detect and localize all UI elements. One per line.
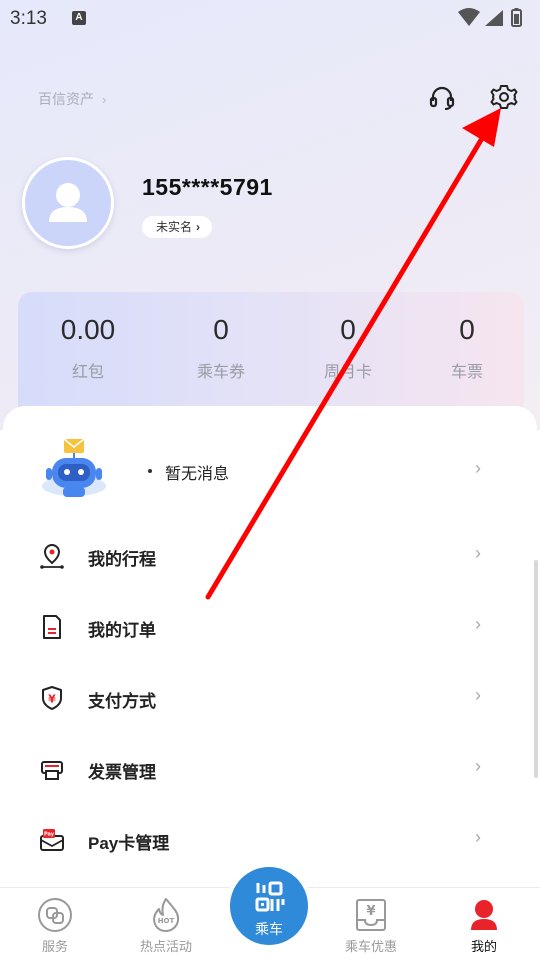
stat-label: 乘车券: [196, 364, 245, 381]
location-pin-icon: [40, 543, 64, 569]
wallet-stats-panel: 0.00 红包 0 乘车券 0 周月卡 0 车票: [18, 292, 524, 422]
menu-label: 发票管理: [88, 763, 156, 782]
nav-tab-mine[interactable]: 我的: [439, 896, 529, 955]
nav-tab-service[interactable]: 服务: [10, 896, 100, 955]
headset-icon: [429, 86, 455, 110]
user-silhouette-icon: [49, 183, 87, 222]
message-row[interactable]: 暂无消息 ›: [3, 436, 537, 506]
customer-service-button[interactable]: [426, 82, 458, 114]
chevron-right-icon: ›: [196, 220, 201, 234]
wifi-icon: [458, 8, 480, 26]
stat-value: 0: [459, 314, 475, 345]
ride-label: 乘车: [255, 921, 283, 937]
chevron-right-icon: ›: [475, 543, 481, 563]
yuan-shield-icon: ¥: [42, 686, 62, 710]
bullet-dot: [148, 469, 152, 473]
verify-identity-chip[interactable]: 未实名 ›: [142, 216, 213, 238]
stat-label: 车票: [450, 364, 483, 381]
menu-label: 我的行程: [88, 550, 156, 569]
svg-text:HOT: HOT: [158, 917, 175, 925]
discount-ticket-icon: ¥: [356, 899, 386, 931]
status-bar: 3:13 A: [0, 0, 540, 36]
user-profile-icon: [471, 900, 497, 930]
stat-label: 周月卡: [323, 364, 372, 381]
notification-icon: A: [72, 11, 86, 25]
ride-qr-button-face: 乘车: [230, 867, 308, 945]
stat-value: 0: [340, 314, 356, 345]
stat-ride-coupon[interactable]: 0 乘车券: [156, 314, 286, 382]
svg-text:Pay: Pay: [44, 832, 55, 838]
menu-item-payment-methods[interactable]: ¥ 支付方式 ›: [3, 669, 537, 729]
chevron-right-icon: ›: [475, 458, 481, 478]
stat-weekly-monthly-card[interactable]: 0 周月卡: [283, 314, 413, 382]
menu-item-trips[interactable]: 我的行程 ›: [3, 527, 537, 587]
chevron-right-icon: ›: [475, 756, 481, 776]
message-status-text: 暂无消息: [165, 466, 230, 483]
nav-label: 乘车优惠: [344, 939, 397, 954]
stat-value: 0: [213, 314, 229, 345]
ride-qr-button[interactable]: 乘车: [226, 863, 312, 949]
menu-item-pay-card[interactable]: Pay Pay卡管理 ›: [3, 811, 537, 871]
gear-icon: [490, 85, 518, 109]
brand-assets-link[interactable]: 百信资产 ›: [38, 89, 106, 109]
svg-text:¥: ¥: [48, 693, 56, 706]
cellular-signal-icon: [485, 10, 503, 26]
menu-label: 我的订单: [88, 621, 156, 640]
service-icon: [38, 898, 72, 932]
hot-flame-icon: HOT: [153, 898, 180, 932]
menu-item-orders[interactable]: 我的订单 ›: [3, 598, 537, 658]
menu-item-invoices[interactable]: 发票管理 ›: [3, 740, 537, 800]
menu-label: 支付方式: [88, 692, 156, 711]
nav-tab-hot-events[interactable]: HOT 热点活动: [121, 896, 211, 955]
chevron-right-icon: ›: [475, 685, 481, 705]
status-time: 3:13: [10, 8, 47, 29]
stat-value: 0.00: [60, 314, 116, 345]
order-doc-icon: [43, 615, 61, 639]
menu-label: Pay卡管理: [88, 834, 170, 853]
chevron-right-icon: ›: [475, 614, 481, 634]
chevron-right-icon: ›: [475, 827, 481, 847]
user-phone-number: 155****5791: [142, 174, 273, 200]
chevron-right-icon: ›: [102, 92, 107, 107]
stat-label: 红包: [71, 364, 104, 381]
menu-card: 暂无消息 › 我的行程 › 我的订单 › ¥ 支付方式 › 发票管理 › Pay…: [3, 406, 537, 896]
stat-red-packet[interactable]: 0.00 红包: [23, 314, 153, 382]
scrollbar[interactable]: [534, 560, 538, 778]
verify-identity-label: 未实名: [156, 220, 193, 234]
invoice-printer-icon: [41, 761, 63, 780]
pay-card-icon: Pay: [40, 829, 64, 851]
settings-button[interactable]: [488, 81, 520, 113]
nav-tab-ride-discounts[interactable]: ¥ 乘车优惠: [326, 896, 416, 955]
nav-label: 热点活动: [139, 939, 192, 954]
robot-mascot-icon: [42, 438, 106, 497]
system-status-icons: [458, 8, 522, 27]
avatar[interactable]: [22, 157, 114, 249]
stat-tickets[interactable]: 0 车票: [402, 314, 532, 382]
brand-assets-label: 百信资产: [38, 91, 94, 107]
qr-code-icon: [255, 881, 285, 912]
nav-label: 我的: [470, 939, 497, 954]
svg-text:¥: ¥: [366, 904, 375, 919]
nav-label: 服务: [41, 939, 68, 954]
